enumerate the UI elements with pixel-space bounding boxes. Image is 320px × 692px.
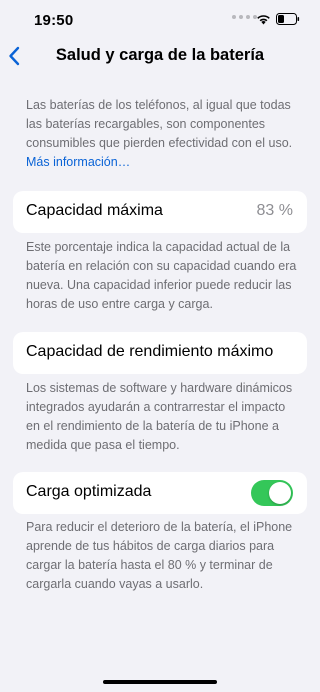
- peak-performance-label: Capacidad de rendimiento máximo: [26, 343, 274, 360]
- peak-performance-footnote: Los sistemas de software y hardware diná…: [26, 381, 293, 452]
- status-time: 19:50: [34, 12, 74, 29]
- signal-dots-icon: [232, 15, 257, 19]
- intro-text: Las baterías de los teléfonos, al igual …: [26, 98, 293, 150]
- battery-health-screen: 19:50 Salud y carga de la batería Las ba…: [0, 0, 320, 692]
- wifi-icon: [257, 15, 270, 25]
- toggle-knob: [269, 482, 291, 504]
- battery-icon: [276, 13, 300, 25]
- optimized-charging-row: Carga optimizada: [13, 472, 307, 514]
- home-indicator[interactable]: [103, 680, 217, 684]
- nav-bar: Salud y carga de la batería: [0, 44, 320, 70]
- more-info-link[interactable]: Más información…: [26, 155, 130, 169]
- max-capacity-footnote: Este porcentaje indica la capacidad actu…: [26, 240, 297, 311]
- page-title: Salud y carga de la batería: [55, 46, 265, 64]
- max-capacity-value: 83 %: [256, 202, 293, 219]
- max-capacity-label: Capacidad máxima: [26, 202, 163, 219]
- max-capacity-row: Capacidad máxima 83 %: [13, 191, 307, 233]
- status-bar: 19:50: [0, 0, 320, 44]
- optimized-charging-label: Carga optimizada: [26, 483, 152, 500]
- optimized-charging-footnote: Para reducir el deterioro de la batería,…: [26, 520, 293, 591]
- peak-performance-row[interactable]: Capacidad de rendimiento máximo: [13, 332, 307, 374]
- optimized-charging-toggle[interactable]: [251, 480, 293, 506]
- intro-description: Las baterías de los teléfonos, al igual …: [26, 96, 302, 172]
